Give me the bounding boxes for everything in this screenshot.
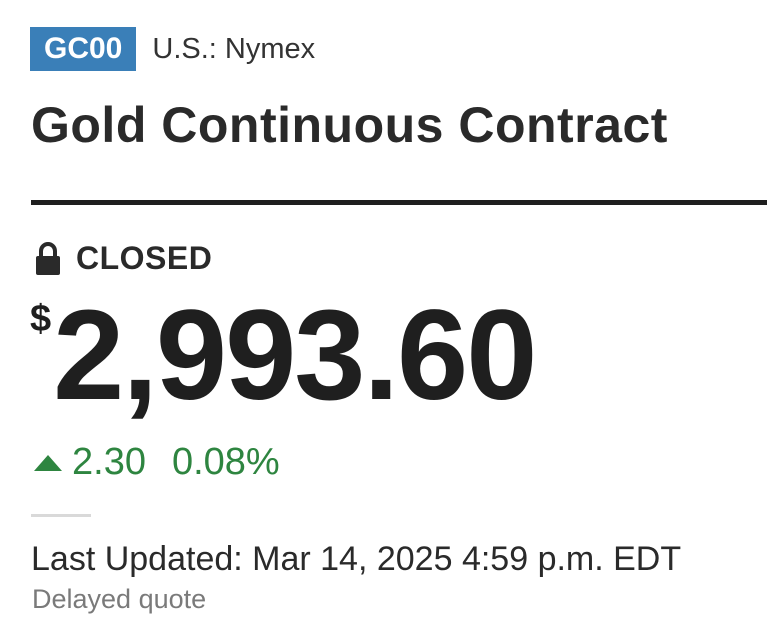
price-display: $ 2,993.60 [30, 284, 537, 427]
status-label: CLOSED [76, 240, 213, 276]
instrument-title: Gold Continuous Contract [31, 97, 668, 153]
price-change: 2.30 0.08% [32, 441, 280, 484]
change-value: 2.30 [72, 441, 146, 483]
quote-header: GC00 U.S.: Nymex [30, 27, 315, 71]
ticker-badge: GC00 [30, 27, 137, 71]
delayed-quote-note: Delayed quote [32, 584, 207, 614]
section-rule [31, 514, 91, 517]
last-price: 2,993.60 [53, 284, 537, 427]
lock-icon [34, 241, 62, 277]
change-percent: 0.08% [171, 441, 280, 483]
market-status: CLOSED [34, 240, 212, 277]
header-divider [31, 200, 767, 205]
last-updated-timestamp: Last Updated: Mar 14, 2025 4:59 p.m. EDT [31, 540, 682, 578]
exchange-label: U.S.: Nymex [152, 32, 316, 65]
currency-symbol: $ [30, 298, 52, 340]
triangle-up-icon [32, 451, 64, 475]
